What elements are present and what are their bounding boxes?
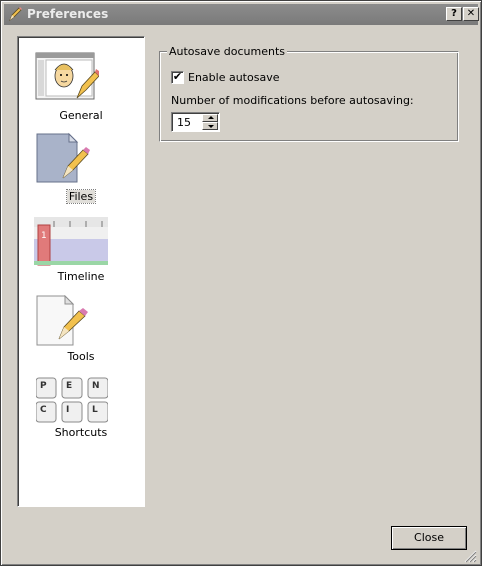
spin-down-button[interactable] — [202, 122, 218, 130]
sidebar-item-label: Shortcuts — [54, 426, 108, 439]
sidebar-item-label: Timeline — [57, 270, 105, 283]
title-bar[interactable]: Preferences ? ✕ — [4, 4, 479, 25]
window-title: Preferences — [27, 7, 109, 21]
key-cap: N — [92, 381, 100, 391]
key-cap: I — [66, 405, 69, 415]
close-button[interactable]: Close — [391, 526, 467, 550]
modifications-label: Number of modifications before autosavin… — [171, 94, 414, 107]
resize-grip-icon[interactable] — [463, 549, 477, 563]
modifications-spinbox[interactable]: 15 — [171, 112, 220, 132]
category-list: General Files 1 Timeline Tools P E N C I… — [17, 36, 145, 507]
window-close-button[interactable]: ✕ — [463, 7, 479, 21]
pencil-app-icon — [9, 7, 22, 22]
general-icon — [35, 52, 99, 100]
tools-icon — [36, 295, 88, 346]
enable-autosave-checkbox[interactable]: ✔ — [171, 71, 184, 84]
sidebar-item-timeline[interactable]: 1 Timeline — [18, 217, 144, 287]
help-button[interactable]: ? — [446, 7, 462, 21]
timeline-icon: 1 — [34, 217, 108, 266]
timeline-frame-number: 1 — [41, 231, 47, 241]
sidebar-item-label: Files — [65, 189, 97, 204]
autosave-group-title: Autosave documents — [167, 45, 288, 58]
sidebar-item-general[interactable]: General — [18, 47, 144, 122]
sidebar-item-shortcuts[interactable]: P E N C I L Shortcuts — [18, 377, 144, 447]
sidebar-item-files[interactable]: Files — [18, 132, 144, 204]
enable-autosave-label[interactable]: Enable autosave — [188, 71, 279, 84]
preferences-window: Preferences ? ✕ General Files 1 Timeline… — [0, 0, 482, 566]
key-cap: L — [92, 405, 98, 415]
sidebar-item-label: Tools — [67, 350, 95, 363]
sidebar-item-tools[interactable]: Tools — [18, 295, 144, 367]
files-icon — [36, 132, 90, 183]
key-cap: E — [66, 381, 72, 391]
sidebar-item-label: General — [59, 109, 103, 122]
spin-up-button[interactable] — [202, 114, 218, 122]
key-cap: C — [40, 405, 47, 415]
shortcuts-icon: P E N C I L — [36, 377, 108, 423]
key-cap: P — [40, 381, 47, 391]
modifications-value[interactable]: 15 — [177, 116, 191, 129]
